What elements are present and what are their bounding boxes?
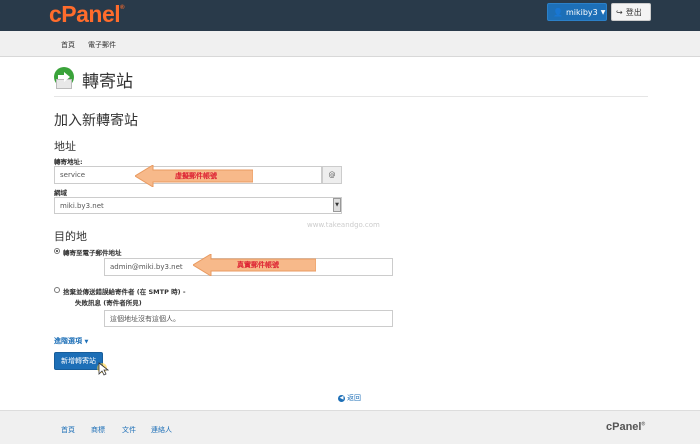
annotation-virtual-account: 虛擬郵件帳號 [135,165,253,187]
user-menu-button[interactable]: 👤 mikiby3 ▼ [547,3,607,21]
destination-heading: 目的地 [54,230,87,243]
footer-home-link[interactable]: 首頁 [61,425,75,435]
breadcrumb-nav: 首頁 電子郵件 [0,31,700,57]
discard-radio[interactable] [54,287,60,293]
user-icon: 👤 [553,7,563,17]
fail-message-input[interactable]: 這個地址沒有這個人。 [104,310,393,327]
forward-address-label: 轉寄地址: [54,158,83,166]
advanced-options-link[interactable]: 進階選項 ▼ [54,336,88,346]
top-bar: cPanel® 👤 mikiby3 ▼ ↪ 登出 [0,0,700,31]
chevron-down-icon: ▼ [84,339,89,345]
divider [54,96,648,97]
chevron-down-icon[interactable]: ▼ [333,198,341,212]
chevron-down-icon: ▼ [600,8,606,16]
cpanel-logo[interactable]: cPanel® [49,1,125,28]
discard-label: 捨棄並傳送錯誤給寄件者 (在 SMTP 時) - [63,288,186,296]
forwarder-icon [54,67,74,89]
domain-select[interactable]: miki.by3.net [54,197,342,214]
add-forwarder-button[interactable]: 新增轉寄站 [54,352,103,370]
footer: 首頁 商標 文件 連絡人 cPanel® [0,410,700,444]
back-link[interactable]: ◀ 返回 [338,393,361,403]
footer-docs-link[interactable]: 文件 [122,425,136,435]
at-symbol-addon: @ [322,166,342,184]
watermark: www.takeandgo.com [307,221,380,229]
annotation-real-account: 真實郵件帳號 [193,254,316,276]
forward-to-email-label: 轉寄至電子郵件地址 [63,249,122,257]
pointer-cursor-icon [97,362,109,376]
domain-label: 網域 [54,189,67,197]
nav-home[interactable]: 首頁 [61,40,75,50]
logout-button[interactable]: ↪ 登出 [611,3,651,21]
username: mikiby3 [565,7,598,17]
address-heading: 地址 [54,140,76,153]
back-arrow-icon: ◀ [338,394,345,402]
page-title: 轉寄站 [82,72,133,92]
form-heading: 加入新轉寄站 [54,113,138,129]
logout-icon: ↪ [616,7,623,17]
footer-trademark-link[interactable]: 商標 [91,425,105,435]
fail-message-label: 失敗訊息 (寄件者所見) [75,299,142,307]
nav-email[interactable]: 電子郵件 [88,40,116,50]
footer-cpanel-logo: cPanel® [606,421,646,433]
footer-contact-link[interactable]: 連絡人 [151,425,172,435]
forward-to-email-radio[interactable] [54,248,60,254]
